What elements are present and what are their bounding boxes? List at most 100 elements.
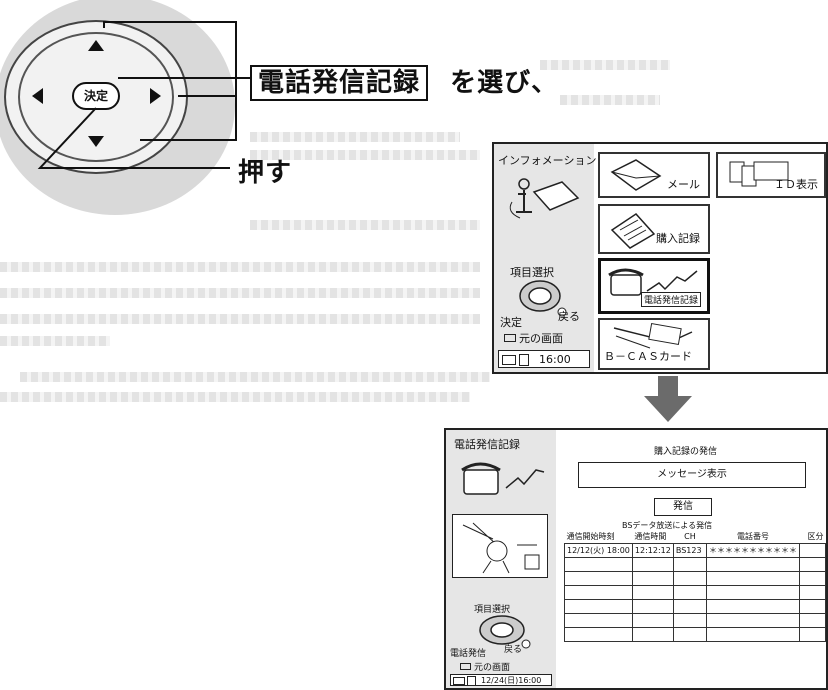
column-header: 電話番号	[737, 532, 769, 541]
call-record-screen: 電話発信記録 項目選択 電話発信 戻る 元の画面 12/24(日)16:00 購…	[444, 428, 828, 690]
table-cell	[799, 613, 826, 628]
table-cell	[631, 627, 674, 642]
table-cell	[564, 585, 633, 600]
table-cell	[706, 613, 800, 628]
information-menu-screen: インフォメーション 項目選択 決定 戻る 元の画面 16:00 メール ＩＤ表示	[492, 142, 828, 374]
bleed-text-line	[0, 262, 480, 272]
table-cell	[631, 571, 674, 586]
receipt-icon	[610, 213, 656, 249]
table-cell	[706, 571, 800, 586]
phone-status-icon	[519, 354, 529, 366]
table-row[interactable]	[564, 585, 826, 600]
bleed-text-line	[0, 336, 110, 346]
table-cell	[706, 557, 800, 572]
table-cell	[706, 627, 800, 642]
call-action-label: 電話発信	[450, 649, 487, 659]
tile-mail-label: メール	[667, 178, 700, 191]
table-cell: 12:12:12	[631, 543, 674, 558]
info-label: インフォメーション	[498, 154, 597, 167]
purchase-call-label: 購入記録の発信	[654, 447, 718, 457]
instruction-line: 電話発信記録 を選び、	[250, 62, 559, 101]
table-cell	[631, 613, 674, 628]
table-row[interactable]	[564, 599, 826, 614]
table-cell	[564, 613, 633, 628]
column-header: 通信開始時刻	[566, 532, 615, 541]
original-screen-label: 元の画面	[519, 332, 563, 345]
back-key-icon	[460, 663, 471, 670]
tile-purchase-label: 購入記録	[656, 232, 700, 245]
broadcast-illustration	[462, 522, 540, 574]
table-cell	[672, 599, 708, 614]
mail-status-icon	[502, 355, 516, 365]
table-cell	[799, 627, 826, 642]
bleed-text-line	[0, 288, 480, 298]
information-icon	[509, 178, 580, 219]
table-cell	[799, 543, 826, 558]
table-cell	[564, 571, 633, 586]
table-cell	[799, 585, 826, 600]
table-cell	[564, 557, 633, 572]
table-cell	[564, 627, 633, 642]
table-cell	[631, 557, 674, 572]
bleed-text-line	[560, 95, 660, 105]
table-cell	[672, 557, 708, 572]
menu-item-highlight: 電話発信記録	[250, 65, 429, 101]
bleed-text-line	[0, 314, 480, 324]
table-row[interactable]	[564, 557, 826, 572]
column-header: 区分	[807, 532, 824, 541]
call-history-table-wrap: 通信開始時刻 通信時間 CH 電話番号 区分 12/12(火) 18:00 12…	[564, 530, 826, 642]
table-cell	[799, 557, 826, 572]
call-back-label: 戻る	[504, 645, 523, 655]
tile-bcas-card[interactable]: Ｂ－ＣＡＳカード	[598, 318, 710, 370]
tile-id-label: ＩＤ表示	[774, 178, 818, 191]
column-header: CH	[684, 532, 696, 541]
table-cell: ＊＊＊＊＊＊＊＊＊＊＊	[706, 543, 800, 558]
call-history-table: 通信開始時刻 通信時間 CH 電話番号 区分 12/12(火) 18:00 12…	[564, 530, 826, 642]
tile-id-display[interactable]: ＩＤ表示	[716, 152, 826, 198]
clock-time: 16:00	[539, 353, 571, 366]
table-cell	[672, 585, 708, 600]
program-thumbnail	[452, 514, 548, 578]
table-cell	[631, 599, 674, 614]
callout-lines	[37, 21, 250, 169]
bleed-text-line	[20, 372, 490, 382]
table-cell: BS123	[672, 543, 708, 558]
bleed-text-line	[250, 220, 480, 230]
original-screen-row: 元の画面	[504, 330, 563, 346]
send-button[interactable]: 発信	[654, 498, 712, 516]
mail-status-icon	[453, 677, 465, 685]
telephone-icon	[461, 462, 545, 495]
table-row[interactable]	[564, 571, 826, 586]
column-header: 通信時間	[634, 532, 667, 541]
envelope-icon	[610, 159, 662, 191]
bleed-text-line	[0, 392, 470, 402]
back-key-icon	[504, 334, 516, 342]
press-instruction: 押す	[238, 158, 293, 188]
table-cell	[564, 599, 633, 614]
tile-bcas-label: Ｂ－ＣＡＳカード	[604, 350, 692, 363]
call-original-screen-row: 元の画面	[460, 660, 510, 673]
call-original-screen-label: 元の画面	[474, 663, 511, 673]
table-cell: 12/12(火) 18:00	[564, 543, 633, 558]
tile-call-record-selected[interactable]: 電話発信記録	[598, 258, 710, 314]
call-screen-title: 電話発信記録	[454, 438, 520, 451]
phone-status-icon	[467, 676, 476, 686]
table-row[interactable]	[564, 627, 826, 642]
tile-call-record-label: 電話発信記録	[641, 292, 702, 307]
table-cell	[672, 613, 708, 628]
bleed-text-line	[540, 60, 670, 70]
select-instruction: を選び、	[450, 68, 559, 98]
table-cell	[631, 585, 674, 600]
decide-label: 決定	[500, 316, 522, 329]
table-header-row: 通信開始時刻 通信時間 CH 電話番号 区分	[565, 530, 826, 544]
message-display-box: メッセージ表示	[578, 462, 806, 488]
table-row[interactable]	[564, 613, 826, 628]
table-cell	[706, 585, 800, 600]
table-cell	[799, 599, 826, 614]
table-row[interactable]: 12/12(火) 18:00 12:12:12 BS123 ＊＊＊＊＊＊＊＊＊＊…	[564, 543, 826, 558]
call-status-bar: 12/24(日)16:00	[450, 674, 552, 686]
tile-mail[interactable]: メール	[598, 152, 710, 198]
tile-purchase-record[interactable]: 購入記録	[598, 204, 710, 254]
status-bar: 16:00	[498, 350, 590, 368]
table-cell	[706, 599, 800, 614]
